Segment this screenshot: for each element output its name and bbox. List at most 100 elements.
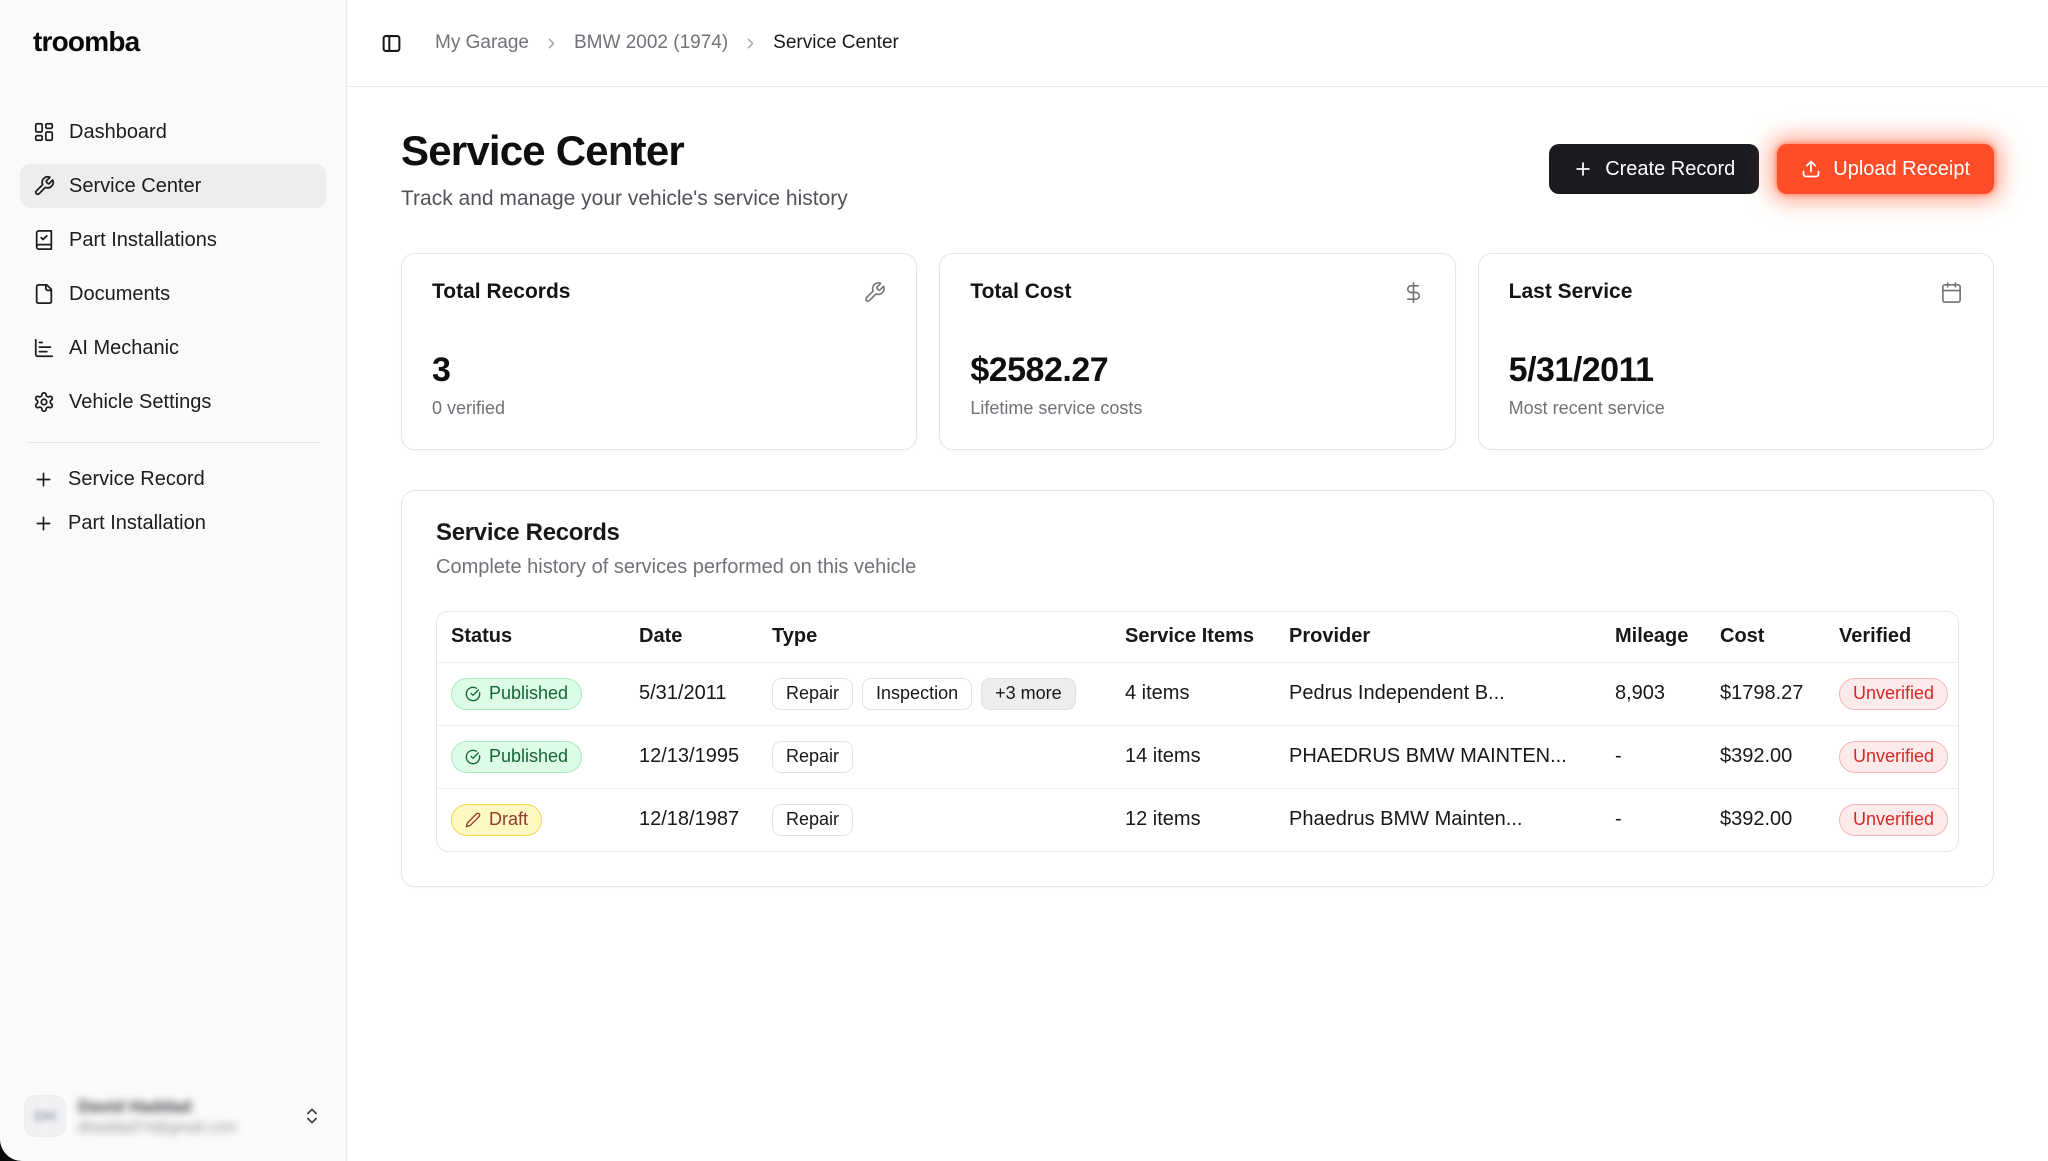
breadcrumb-my-garage[interactable]: My Garage: [435, 32, 529, 54]
date-cell: 12/13/1995: [625, 725, 758, 788]
calendar-icon: [1940, 281, 1963, 304]
service-records-table: Status Date Type Service Items Provider …: [436, 611, 1959, 852]
sidebar-item-label: AI Mechanic: [69, 337, 179, 360]
window-corner: [0, 1139, 26, 1161]
user-name: David Haddad: [78, 1097, 290, 1117]
column-header-items: Service Items: [1111, 612, 1275, 662]
cost-cell: $392.00: [1706, 725, 1825, 788]
status-badge: Published: [451, 678, 582, 710]
chevrons-up-down-icon: [302, 1106, 322, 1126]
sidebar-item-documents[interactable]: Documents: [20, 272, 326, 316]
sidebar-item-label: Vehicle Settings: [69, 391, 211, 414]
type-chip: Inspection: [862, 678, 972, 710]
items-cell: 14 items: [1111, 725, 1275, 788]
column-header-status: Status: [437, 612, 625, 662]
type-chips: Repair: [772, 804, 1101, 836]
column-header-verified: Verified: [1825, 612, 1958, 662]
sidebar-item-dashboard[interactable]: Dashboard: [20, 110, 326, 154]
date-cell: 5/31/2011: [625, 662, 758, 725]
status-badge: Draft: [451, 804, 542, 836]
type-chip: Repair: [772, 804, 853, 836]
stat-card-total-records: Total Records 3 0 verified: [401, 253, 917, 450]
circle-check-icon: [465, 749, 481, 765]
sidebar-toggle-button[interactable]: [373, 25, 409, 61]
date-cell: 12/18/1987: [625, 788, 758, 851]
wrench-icon: [863, 281, 886, 304]
page-content: Service Center Track and manage your veh…: [347, 87, 2048, 927]
service-records-section: Service Records Complete history of serv…: [401, 490, 1994, 887]
provider-cell: Phaedrus BMW Mainten...: [1275, 788, 1601, 851]
sidebar: troomba Dashboard Service Center Part In…: [0, 0, 347, 1161]
status-badge: Published: [451, 741, 582, 773]
page-header: Service Center Track and manage your veh…: [401, 127, 1994, 211]
table-row[interactable]: Published 5/31/2011 Repair Inspection +3…: [437, 662, 1958, 725]
file-icon: [33, 283, 55, 305]
column-header-cost: Cost: [1706, 612, 1825, 662]
sidebar-item-label: Dashboard: [69, 121, 167, 144]
provider-cell: PHAEDRUS BMW MAINTEN...: [1275, 725, 1601, 788]
stat-value: 3: [432, 351, 886, 390]
cost-cell: $392.00: [1706, 788, 1825, 851]
stat-value: 5/31/2011: [1509, 351, 1963, 390]
sidebar-quick-actions: Service Record Part Installation: [20, 459, 326, 543]
sidebar-divider: [26, 442, 320, 443]
panel-left-icon: [381, 33, 402, 54]
upload-receipt-button[interactable]: Upload Receipt: [1777, 144, 1994, 194]
plus-icon: [33, 513, 54, 534]
type-chips: Repair: [772, 741, 1101, 773]
wrench-icon: [33, 175, 55, 197]
stat-value: $2582.27: [970, 351, 1424, 390]
page-subtitle: Track and manage your vehicle's service …: [401, 187, 848, 211]
quick-add-part-installation[interactable]: Part Installation: [20, 503, 326, 543]
quick-action-label: Service Record: [68, 468, 205, 491]
table-header-row: Status Date Type Service Items Provider …: [437, 612, 1958, 662]
type-chips: Repair Inspection +3 more: [772, 678, 1101, 710]
quick-add-service-record[interactable]: Service Record: [20, 459, 326, 499]
breadcrumb-vehicle[interactable]: BMW 2002 (1974): [574, 32, 728, 54]
cost-cell: $1798.27: [1706, 662, 1825, 725]
verified-badge: Unverified: [1839, 678, 1948, 710]
column-header-date: Date: [625, 612, 758, 662]
book-check-icon: [33, 229, 55, 251]
mileage-cell: 8,903: [1601, 662, 1706, 725]
circle-check-icon: [465, 686, 481, 702]
gear-icon: [33, 391, 55, 413]
stat-subtitle: 0 verified: [432, 398, 886, 419]
verified-badge: Unverified: [1839, 804, 1948, 836]
section-title: Service Records: [436, 519, 1959, 547]
items-cell: 12 items: [1111, 788, 1275, 851]
provider-cell: Pedrus Independent B...: [1275, 662, 1601, 725]
sidebar-item-vehicle-settings[interactable]: Vehicle Settings: [20, 380, 326, 424]
plus-icon: [1573, 159, 1593, 179]
sidebar-item-ai-mechanic[interactable]: AI Mechanic: [20, 326, 326, 370]
page-title: Service Center: [401, 127, 848, 175]
type-chip: Repair: [772, 678, 853, 710]
column-header-mileage: Mileage: [1601, 612, 1706, 662]
table-row[interactable]: Draft 12/18/1987 Repair 12 items Phaedru…: [437, 788, 1958, 851]
sidebar-item-label: Part Installations: [69, 229, 217, 252]
create-record-button[interactable]: Create Record: [1549, 144, 1759, 194]
section-subtitle: Complete history of services performed o…: [436, 556, 1959, 579]
bar-chart-icon: [33, 337, 55, 359]
topbar: My Garage BMW 2002 (1974) Service Center: [347, 0, 2048, 87]
sidebar-nav: Dashboard Service Center Part Installati…: [20, 110, 326, 424]
sidebar-item-part-installations[interactable]: Part Installations: [20, 218, 326, 262]
stat-card-last-service: Last Service 5/31/2011 Most recent servi…: [1478, 253, 1994, 450]
breadcrumb: My Garage BMW 2002 (1974) Service Center: [435, 32, 899, 54]
mileage-cell: -: [1601, 788, 1706, 851]
upload-icon: [1801, 159, 1821, 179]
chevron-right-icon: [543, 35, 560, 52]
breadcrumb-current: Service Center: [773, 32, 899, 54]
user-menu-button[interactable]: DH David Haddad dhaddad74@gmail.com: [20, 1089, 326, 1143]
app-logo: troomba: [33, 26, 326, 58]
type-chip: Repair: [772, 741, 853, 773]
table-row[interactable]: Published 12/13/1995 Repair 14 items PHA…: [437, 725, 1958, 788]
verified-badge: Unverified: [1839, 741, 1948, 773]
quick-action-label: Part Installation: [68, 512, 206, 535]
main-area: My Garage BMW 2002 (1974) Service Center…: [347, 0, 2048, 1161]
header-actions: Create Record Upload Receipt: [1549, 144, 1994, 194]
sidebar-item-service-center[interactable]: Service Center: [20, 164, 326, 208]
stats-row: Total Records 3 0 verified Total Cost $2…: [401, 253, 1994, 450]
chevron-right-icon: [742, 35, 759, 52]
avatar: DH: [24, 1095, 66, 1137]
